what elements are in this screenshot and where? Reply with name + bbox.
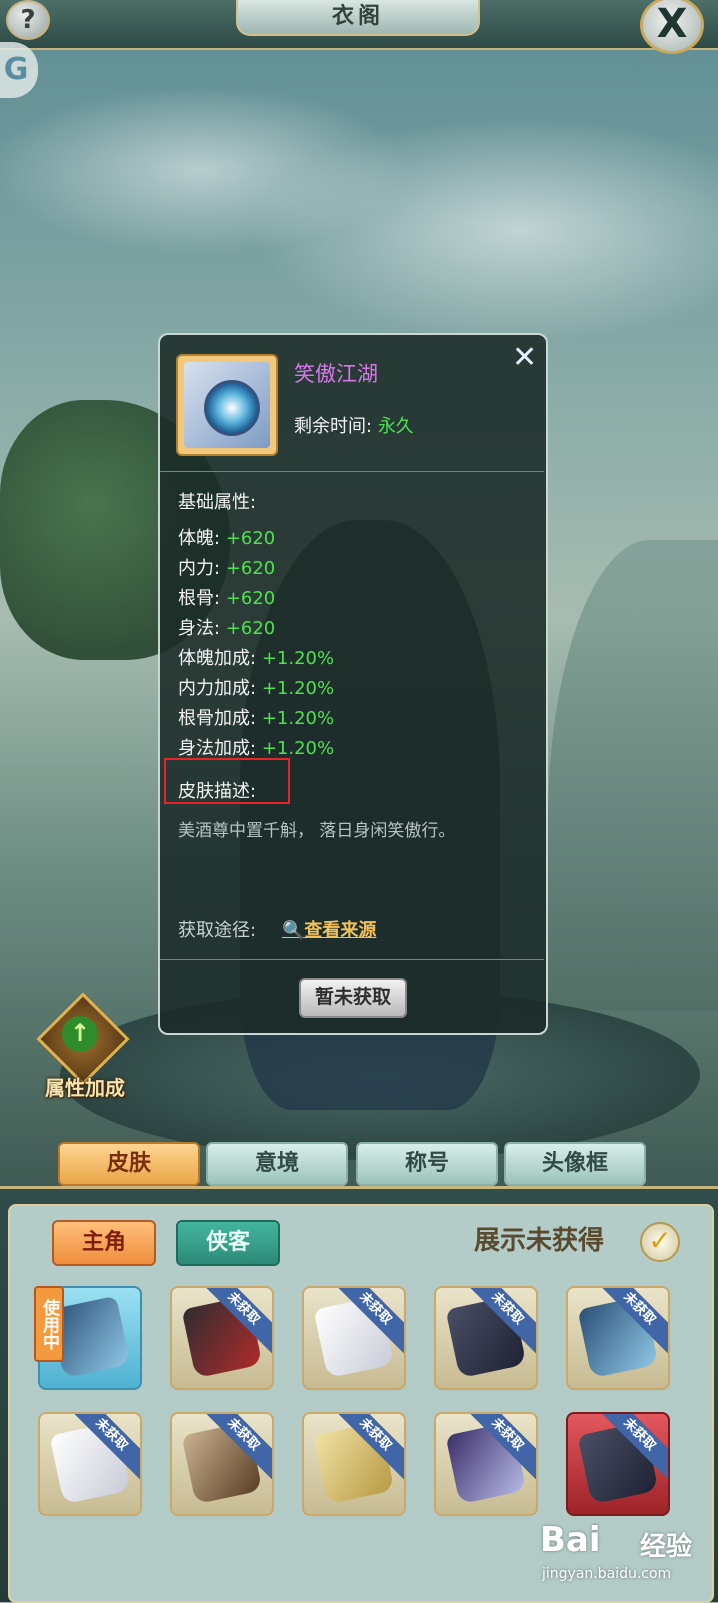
item-name: 笑傲江湖 [294, 362, 378, 386]
tab-realm[interactable]: 意境 [206, 1142, 348, 1186]
time-value: 永久 [377, 416, 414, 437]
skin-slot[interactable]: 未获取 [302, 1412, 406, 1516]
stat-row: 内力加成: +1.20% [178, 674, 334, 704]
skin-description-text: 美酒尊中置千斛， 落日身闲笑傲行。 [178, 821, 456, 841]
stat-value: +1.20% [261, 708, 335, 729]
stat-value: +1.20% [261, 678, 335, 699]
watermark-text: 经验 [640, 1532, 693, 1562]
stat-value: +620 [225, 588, 276, 609]
tab-protagonist[interactable]: 主角 [52, 1220, 156, 1266]
stat-row: 身法: +620 [178, 614, 275, 644]
tab-companion[interactable]: 侠客 [176, 1220, 280, 1266]
tab-avatar-frame[interactable]: 头像框 [504, 1142, 646, 1186]
stat-label: 身法加成: [178, 738, 257, 759]
stat-value: +1.20% [261, 648, 335, 669]
item-icon-art [184, 362, 270, 448]
in-use-badge: 使用中 [34, 1286, 64, 1362]
time-label: 剩余时间: [294, 416, 373, 437]
stat-value: +620 [225, 618, 276, 639]
view-source-link[interactable]: 🔍查看来源 [282, 916, 376, 942]
remaining-time: 剩余时间: 永久 [294, 412, 414, 438]
item-icon [176, 354, 278, 456]
stat-label: 体魄: [178, 528, 221, 549]
skin-slot[interactable]: 未获取 [434, 1286, 538, 1390]
skin-slot[interactable]: 未获取 [434, 1412, 538, 1516]
skin-slot[interactable]: 未获取 [170, 1412, 274, 1516]
stat-row: 根骨加成: +1.20% [178, 704, 334, 734]
tab-bar: 皮肤 意境 称号 头像框 [0, 1140, 718, 1190]
not-obtained-button[interactable]: 暂未获取 [299, 978, 407, 1018]
show-unowned-label: 展示未获得 [474, 1226, 605, 1256]
stat-value: +620 [225, 528, 276, 549]
watermark-url: jingyan.baidu.com [542, 1566, 672, 1582]
show-unowned-checkbox[interactable]: ✓ [640, 1222, 680, 1262]
search-icon: 🔍 [282, 920, 305, 941]
divider [160, 959, 544, 960]
stat-row: 根骨: +620 [178, 584, 275, 614]
stat-label: 根骨加成: [178, 708, 257, 729]
stat-label: 内力: [178, 558, 221, 579]
base-attributes-title: 基础属性: [178, 492, 257, 513]
skin-description-title: 皮肤描述: [178, 781, 257, 802]
popup-close-icon[interactable]: ✕ [512, 343, 537, 373]
fan-icon [204, 380, 260, 436]
stat-label: 体魄加成: [178, 648, 257, 669]
stat-value: +620 [225, 558, 276, 579]
skin-slot[interactable]: 未获取 [566, 1412, 670, 1516]
attr-bonus-button[interactable]: ↑ 属性加成 [36, 992, 136, 1106]
tab-skin[interactable]: 皮肤 [58, 1142, 200, 1186]
stat-label: 内力加成: [178, 678, 257, 699]
skin-slot[interactable]: 未获取 [566, 1286, 670, 1390]
stat-label: 身法: [178, 618, 221, 639]
source-label: 获取途径: [178, 920, 257, 941]
watermark-logo: Bai [540, 1520, 601, 1560]
up-arrow-icon: ↑ [62, 1016, 98, 1052]
stat-label: 根骨: [178, 588, 221, 609]
attr-bonus-label: 属性加成 [45, 1076, 125, 1100]
skin-slot[interactable]: 未获取 [38, 1412, 142, 1516]
title-plate: 衣阁 [236, 0, 480, 36]
stat-value: +1.20% [261, 738, 335, 759]
stat-row: 内力: +620 [178, 554, 275, 584]
stat-row: 体魄: +620 [178, 524, 275, 554]
baidu-watermark: Bai 经验 jingyan.baidu.com [530, 1520, 710, 1590]
stat-row: 体魄加成: +1.20% [178, 644, 334, 674]
skin-slot[interactable]: 未获取 [302, 1286, 406, 1390]
skin-slot[interactable]: 未获取 [170, 1286, 274, 1390]
tab-title[interactable]: 称号 [356, 1142, 498, 1186]
help-icon[interactable]: ? [6, 0, 50, 40]
page-title: 衣阁 [331, 3, 384, 29]
divider [160, 471, 544, 472]
view-source-label: 查看来源 [304, 920, 377, 941]
